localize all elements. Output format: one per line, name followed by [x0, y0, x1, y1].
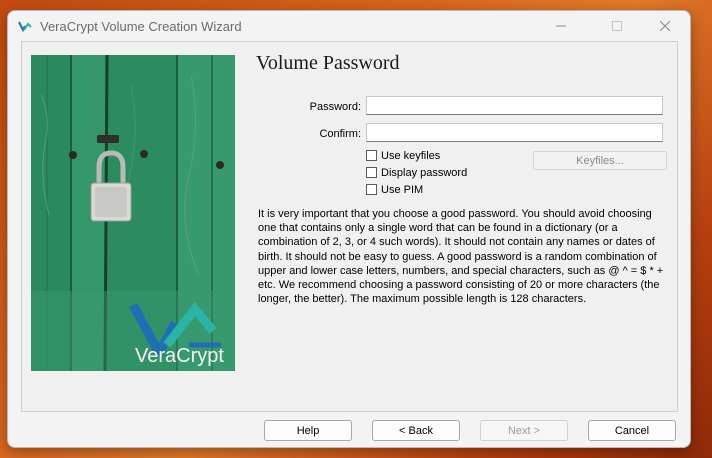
password-guidance-text: It is very important that you choose a g… [258, 208, 664, 306]
password-input[interactable] [366, 96, 663, 115]
wizard-window: VeraCrypt Volume Creation Wizard VeraCry… [7, 10, 691, 448]
use-pim-checkbox-box[interactable] [366, 184, 377, 195]
close-icon [660, 21, 670, 31]
back-button[interactable]: < Back [372, 420, 460, 441]
display-password-checkbox[interactable]: Display password [366, 165, 467, 180]
wizard-content-panel: VeraCrypt Volume Password Password: Conf… [21, 41, 678, 412]
help-button[interactable]: Help [264, 420, 352, 441]
use-keyfiles-checkbox-box[interactable] [366, 150, 377, 161]
cancel-button[interactable]: Cancel [588, 420, 676, 441]
page-title: Volume Password [256, 52, 400, 74]
minimize-button[interactable] [538, 11, 584, 41]
use-keyfiles-checkbox[interactable]: Use keyfiles [366, 148, 440, 163]
maximize-icon [612, 21, 622, 31]
window-title: VeraCrypt Volume Creation Wizard [40, 19, 242, 34]
confirm-password-input[interactable] [366, 123, 663, 142]
confirm-label: Confirm: [319, 128, 361, 140]
display-password-label: Display password [381, 166, 468, 179]
use-keyfiles-label: Use keyfiles [381, 149, 441, 162]
wizard-side-image: VeraCrypt [31, 55, 235, 371]
title-bar[interactable]: VeraCrypt Volume Creation Wizard [8, 11, 690, 41]
use-pim-label: Use PIM [381, 183, 424, 196]
close-button[interactable] [642, 11, 688, 41]
keyfiles-button[interactable]: Keyfiles... [533, 151, 667, 170]
minimize-icon [556, 25, 566, 27]
display-password-checkbox-box[interactable] [366, 167, 377, 178]
use-pim-checkbox[interactable]: Use PIM [366, 182, 423, 197]
password-label: Password: [309, 101, 361, 113]
veracrypt-app-icon [18, 21, 32, 33]
next-button[interactable]: Next > [480, 420, 568, 441]
veracrypt-logo-text: VeraCrypt [135, 345, 224, 367]
maximize-button[interactable] [594, 11, 640, 41]
